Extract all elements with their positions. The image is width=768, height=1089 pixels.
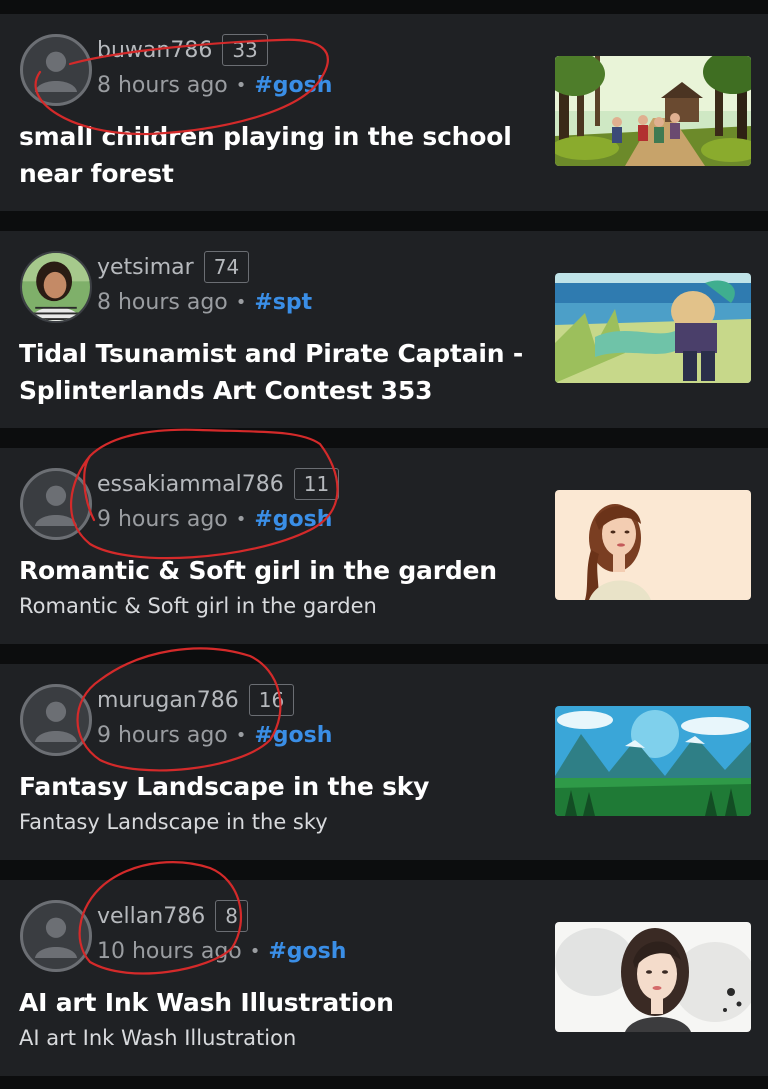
community-tag-link[interactable]: #spt [254,290,312,315]
mermaid-pirate-art-image[interactable] [555,273,751,383]
community-tag-link[interactable]: #gosh [254,507,332,532]
forest-school-children-image[interactable] [555,56,751,166]
post-timestamp: 9 hours ago [97,722,228,748]
community-tag-link[interactable]: #gosh [254,723,332,748]
post-author-link[interactable]: essakiammal786 [97,472,284,497]
default-user-icon[interactable] [20,34,92,106]
meta-separator: • [235,508,247,530]
post-card[interactable]: murugan786 16 9 hours ago • #gosh Fantas… [0,664,768,860]
post-card[interactable]: essakiammal786 11 9 hours ago • #gosh Ro… [0,448,768,644]
post-summary: Fantasy Landscape in the sky [19,810,328,834]
post-card[interactable]: buwan786 33 8 hours ago • #gosh small ch… [0,14,768,211]
reputation-badge: 74 [203,251,250,283]
post-author-link[interactable]: vellan786 [97,904,205,929]
post-feed: buwan786 33 8 hours ago • #gosh small ch… [0,0,768,1089]
fantasy-landscape-image[interactable] [555,706,751,816]
post-summary: Romantic & Soft girl in the garden [19,594,377,618]
post-author-link[interactable]: yetsimar [97,255,194,280]
post-summary: AI art Ink Wash Illustration [19,1026,297,1050]
post-title-link[interactable]: Fantasy Landscape in the sky [19,768,539,805]
ink-wash-portrait-image[interactable] [555,922,751,1032]
community-tag-link[interactable]: #gosh [268,939,346,964]
meta-separator: • [235,74,247,96]
reputation-badge: 33 [222,34,268,66]
default-user-icon[interactable] [20,900,92,972]
post-timestamp: 10 hours ago [97,938,242,964]
reputation-badge: 11 [293,468,340,500]
default-user-icon[interactable] [20,468,92,540]
meta-separator: • [235,724,247,746]
meta-separator: • [249,940,261,962]
user-photo[interactable] [20,251,92,323]
post-title-link[interactable]: small children playing in the school nea… [19,118,539,192]
reputation-badge: 16 [248,684,295,716]
post-author-link[interactable]: buwan786 [97,38,212,63]
community-tag-link[interactable]: #gosh [254,73,332,98]
post-title-link[interactable]: Tidal Tsunamist and Pirate Captain - Spl… [19,335,539,409]
post-author-link[interactable]: murugan786 [97,688,239,713]
post-title-link[interactable]: Romantic & Soft girl in the garden [19,552,539,589]
post-card[interactable]: yetsimar 74 8 hours ago • #spt Tidal Tsu… [0,231,768,428]
post-timestamp: 8 hours ago [97,289,228,315]
post-timestamp: 8 hours ago [97,72,228,98]
post-card[interactable]: vellan786 8 10 hours ago • #gosh AI art … [0,880,768,1076]
post-timestamp: 9 hours ago [97,506,228,532]
meta-separator: • [235,291,247,313]
default-user-icon[interactable] [20,684,92,756]
reputation-badge: 8 [215,900,248,932]
girl-portrait-image[interactable] [555,490,751,600]
post-title-link[interactable]: AI art Ink Wash Illustration [19,984,539,1021]
